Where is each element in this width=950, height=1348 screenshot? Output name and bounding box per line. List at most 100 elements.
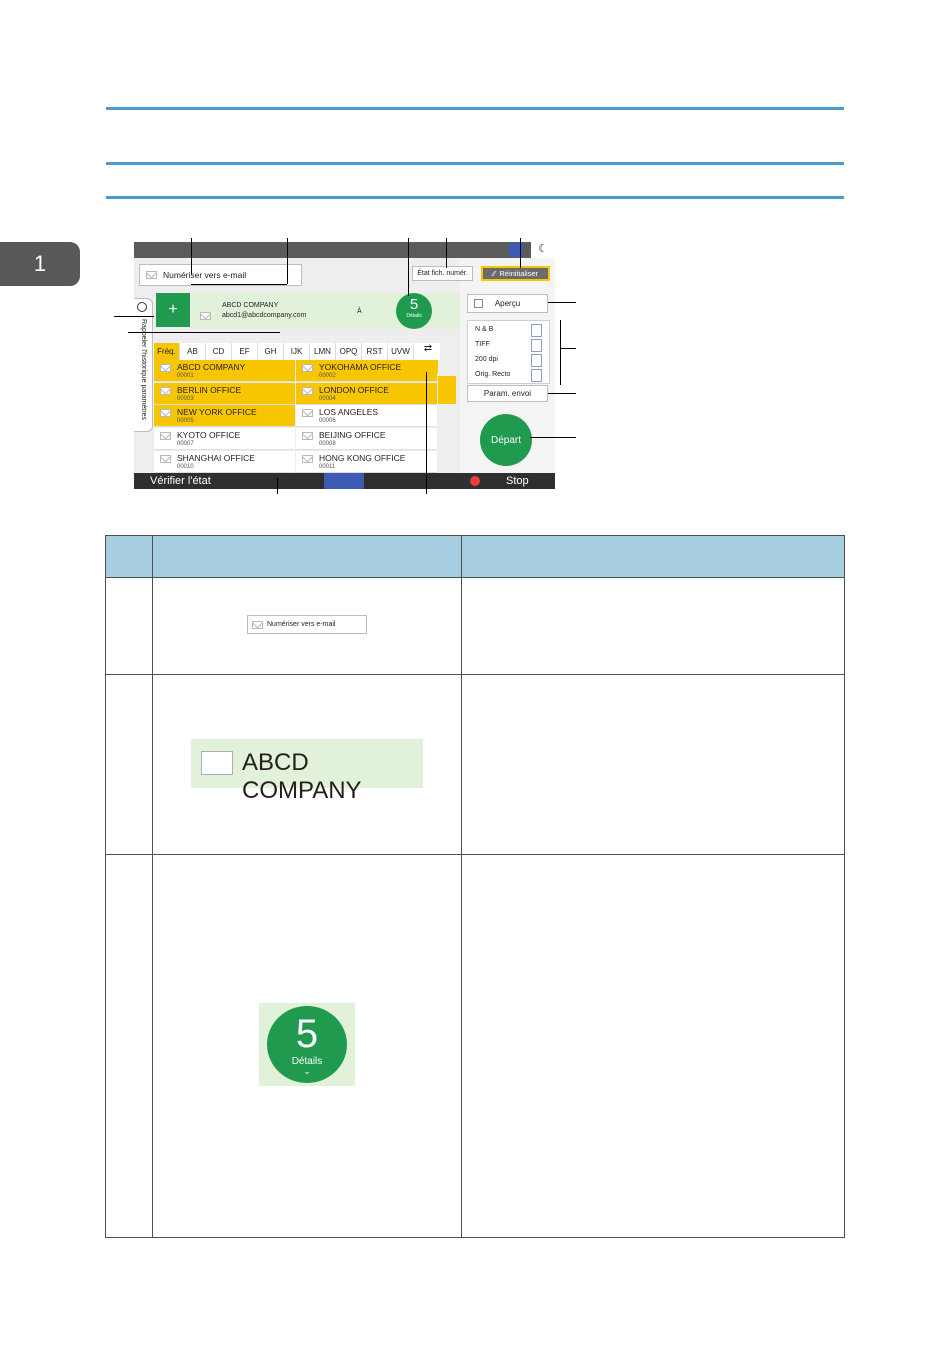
list-item-name: ABCD COMPANY <box>177 362 246 372</box>
clock-icon <box>137 302 147 312</box>
tab-lmn[interactable]: LMN <box>310 343 336 360</box>
sleep-icon[interactable]: ☾ <box>531 242 555 258</box>
table-row <box>105 577 845 675</box>
setting-icon <box>531 324 542 337</box>
envelope-icon <box>302 432 313 441</box>
preview-label: Aperçu <box>494 299 521 308</box>
list-item[interactable]: BERLIN OFFICE 00003 <box>154 382 295 405</box>
tab-uvw[interactable]: UVW <box>388 343 414 360</box>
list-item-number: 00005 <box>177 418 194 425</box>
list-item[interactable]: LOS ANGELES 00006 <box>296 405 437 428</box>
check-status-button[interactable]: Vérifier l'état <box>150 475 211 487</box>
envelope-icon <box>160 432 171 441</box>
tab-opq[interactable]: OPQ <box>336 343 362 360</box>
list-item[interactable]: HONG KONG OFFICE 00011 <box>296 450 437 473</box>
envelope-icon <box>252 620 263 629</box>
tab-ab[interactable]: AB <box>180 343 206 360</box>
list-item[interactable]: SHANGHAI OFFICE 00010 <box>154 450 295 473</box>
swap-icon[interactable]: ⇄ <box>416 343 440 360</box>
list-item-number: 00004 <box>319 395 336 402</box>
scan-mode-image-label: Numériser vers e-mail <box>267 621 336 628</box>
list-item[interactable]: KYOTO OFFICE 00007 <box>154 428 295 451</box>
details-image: 5 Détails ⌄ <box>259 1003 355 1086</box>
home-icon[interactable] <box>324 473 364 489</box>
chapter-tab: 1 <box>0 242 80 286</box>
destination-image-label: ABCD COMPANY <box>242 749 362 804</box>
chevron-down-icon: ⌄ <box>303 1066 311 1076</box>
envelope-icon <box>302 386 313 395</box>
callout-line-12 <box>277 478 278 494</box>
callout-line-10 <box>114 316 154 317</box>
details-count: 5 <box>409 296 419 313</box>
send-settings-button[interactable]: Param. envoi <box>467 385 548 402</box>
tab-cd[interactable]: CD <box>206 343 232 360</box>
start-button[interactable]: Départ <box>480 414 532 466</box>
scroll-bar[interactable] <box>438 376 456 404</box>
destination-list: ABCD COMPANY 00001 YOKOHAMA OFFICE 00002 BER… <box>154 360 438 473</box>
callout-line-3 <box>408 238 409 296</box>
envelope-icon <box>146 271 157 279</box>
list-item-name: LOS ANGELES <box>319 407 379 418</box>
envelope-icon <box>200 312 211 320</box>
reset-button[interactable]: ⁄⁄ Réinitialiser <box>481 266 550 281</box>
stop-icon <box>470 476 480 486</box>
settings-summary-item: 200 dpi <box>475 356 498 363</box>
table-header-description <box>461 535 845 578</box>
callout-line-8 <box>548 393 576 394</box>
callout-line-7 <box>560 320 561 385</box>
callout-line-7b <box>560 348 576 349</box>
callout-line-11 <box>128 332 280 333</box>
index-tabs: Fréq.ABCDEFGHIJKLMNOPQRSTUVWXYZ <box>154 343 440 360</box>
top-bar: ☾ <box>134 242 555 258</box>
envelope-icon <box>160 454 171 463</box>
list-item[interactable]: YOKOHAMA OFFICE 00002 <box>296 360 437 382</box>
envelope-icon <box>160 364 171 372</box>
destination-image: ABCD COMPANY <box>191 739 423 804</box>
tab-ijk[interactable]: IJK <box>284 343 310 360</box>
destination-email: abcd1@abcdcompany.com <box>222 312 307 319</box>
list-item-name: LONDON OFFICE <box>319 384 389 395</box>
list-item[interactable]: LONDON OFFICE 00004 <box>296 382 437 405</box>
list-item-number: 00003 <box>177 395 194 402</box>
list-item-name: YOKOHAMA OFFICE <box>319 362 402 372</box>
history-tab[interactable]: Rappeler l'historique paramètres <box>134 298 153 432</box>
list-item-name: KYOTO OFFICE <box>177 430 241 441</box>
details-button[interactable]: 5 Détails <box>396 293 432 329</box>
settings-summary-item: TIFF <box>475 341 490 348</box>
scan-status-button[interactable]: État fich. numér. <box>412 266 473 281</box>
list-item-number: 00002 <box>319 373 336 379</box>
header-rule-bottom <box>106 196 844 199</box>
setting-icon <box>531 369 542 382</box>
header-rule-top <box>106 107 844 110</box>
tab-freq[interactable]: Fréq. <box>154 343 180 360</box>
list-item[interactable]: ABCD COMPANY 00001 <box>154 360 295 382</box>
list-item-name: BERLIN OFFICE <box>177 384 242 395</box>
destination-field-type: À <box>357 308 362 315</box>
tab-ef[interactable]: EF <box>232 343 258 360</box>
setting-icon <box>531 354 542 367</box>
preview-checkbox[interactable]: Aperçu <box>467 294 548 313</box>
envelope-icon <box>302 454 313 463</box>
envelope-icon <box>302 409 313 418</box>
envelope-icon <box>302 364 313 372</box>
add-destination-button[interactable]: + <box>156 293 190 327</box>
callout-line-13 <box>426 372 427 494</box>
list-item-name: HONG KONG OFFICE <box>319 452 406 463</box>
table-row <box>105 854 845 1238</box>
callout-line-6 <box>548 302 576 303</box>
setting-icon <box>531 339 542 352</box>
scan-mode-image: Numériser vers e-mail <box>247 615 367 634</box>
list-item[interactable]: NEW YORK OFFICE 00005 <box>154 405 295 428</box>
callout-line-5 <box>520 238 521 268</box>
details-circle: 5 Détails ⌄ <box>267 1006 347 1083</box>
list-item-number: 00001 <box>177 373 194 379</box>
envelope-icon <box>201 751 233 775</box>
scan-mode-button[interactable]: Numériser vers e-mail <box>139 264 302 286</box>
stop-button[interactable]: Stop <box>506 475 529 487</box>
header-rule-middle <box>106 162 844 165</box>
checkbox-icon <box>474 299 483 308</box>
tab-gh[interactable]: GH <box>258 343 284 360</box>
tab-rst[interactable]: RST <box>362 343 388 360</box>
settings-summary[interactable]: N & B TIFF 200 dpi Orig. Recto <box>467 320 550 384</box>
list-item[interactable]: BEIJING OFFICE 00008 <box>296 428 437 451</box>
